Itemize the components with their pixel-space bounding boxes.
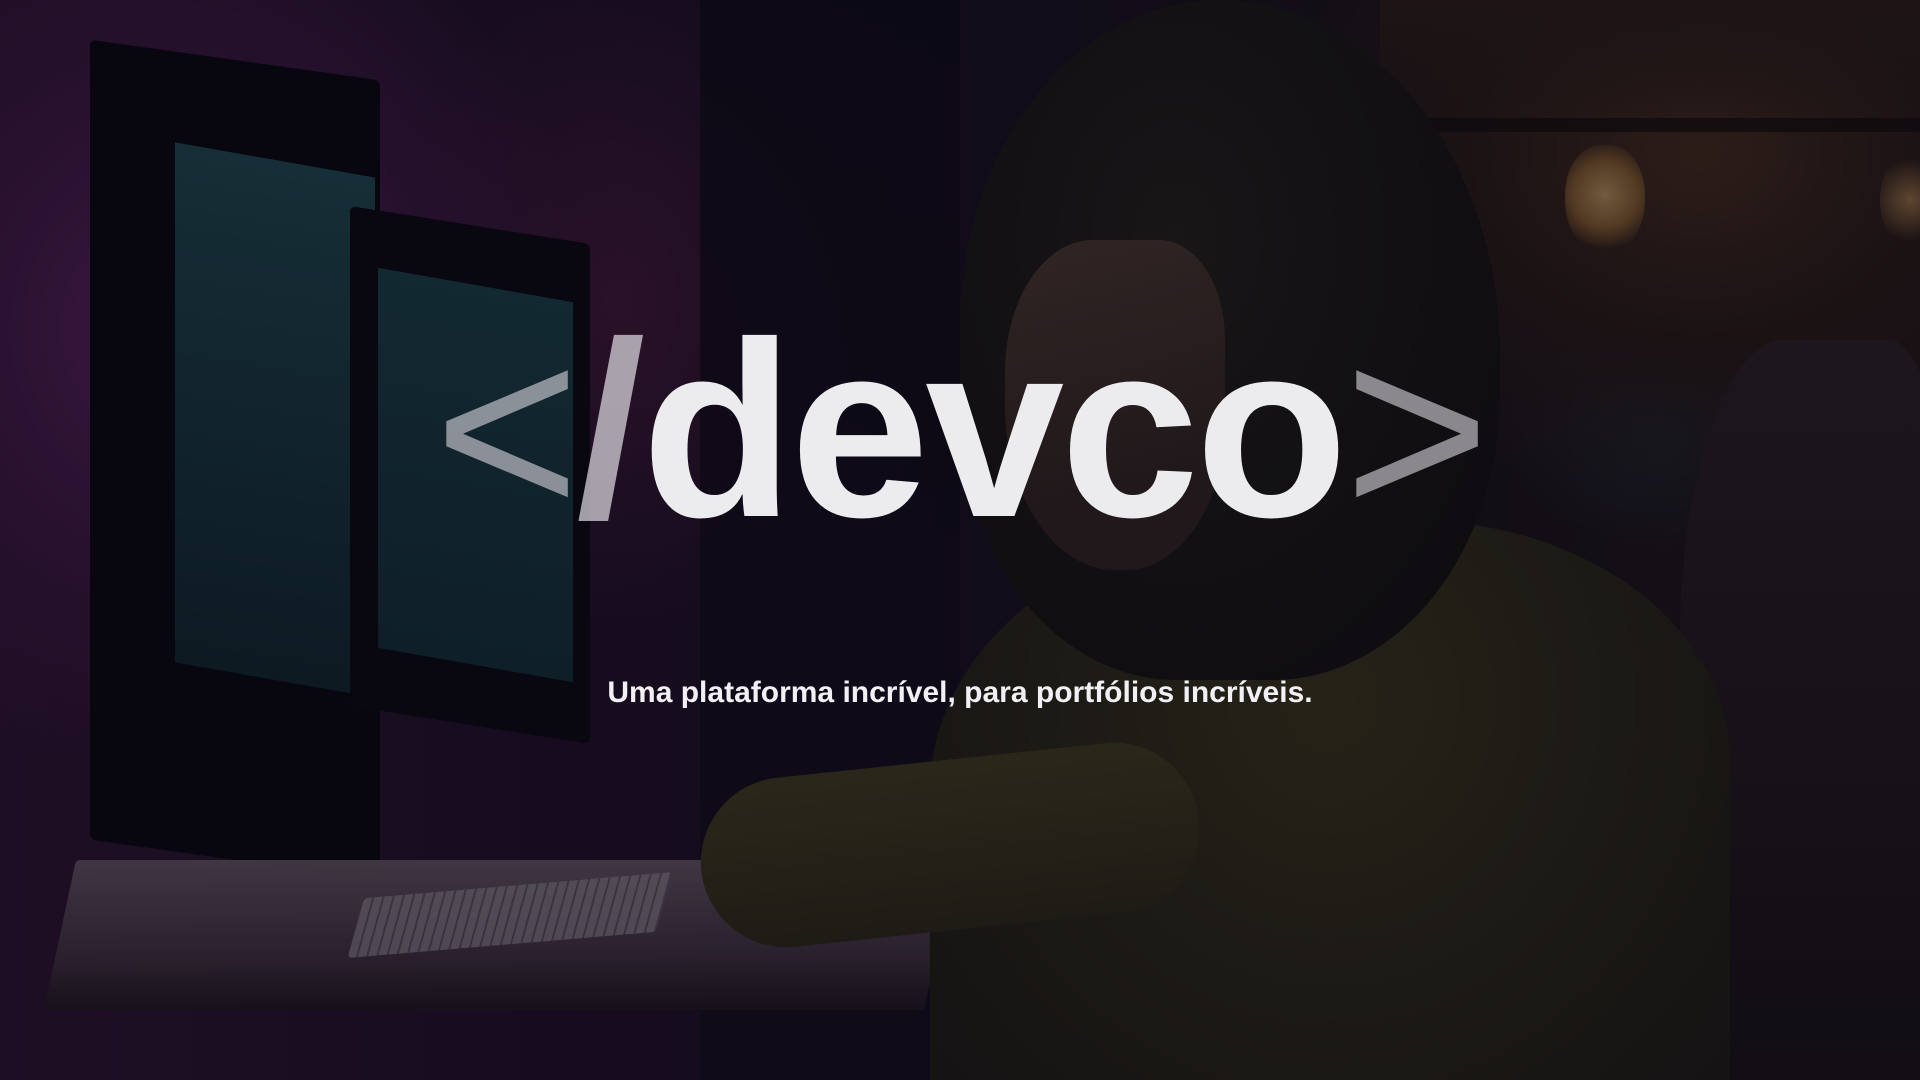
hero-content: </devco> Uma plataforma incrível, para p… — [0, 0, 1920, 1080]
logo-close-bracket: > — [1344, 290, 1490, 569]
logo-slash: / — [575, 290, 645, 569]
hero-tagline: Uma plataforma incrível, para portfólios… — [607, 676, 1313, 709]
brand-logo: </devco> — [0, 305, 1920, 555]
logo-open-bracket: < — [433, 290, 580, 569]
hero-section: </devco> Uma plataforma incrível, para p… — [0, 0, 1920, 1080]
logo-wordmark: devco — [641, 290, 1348, 569]
